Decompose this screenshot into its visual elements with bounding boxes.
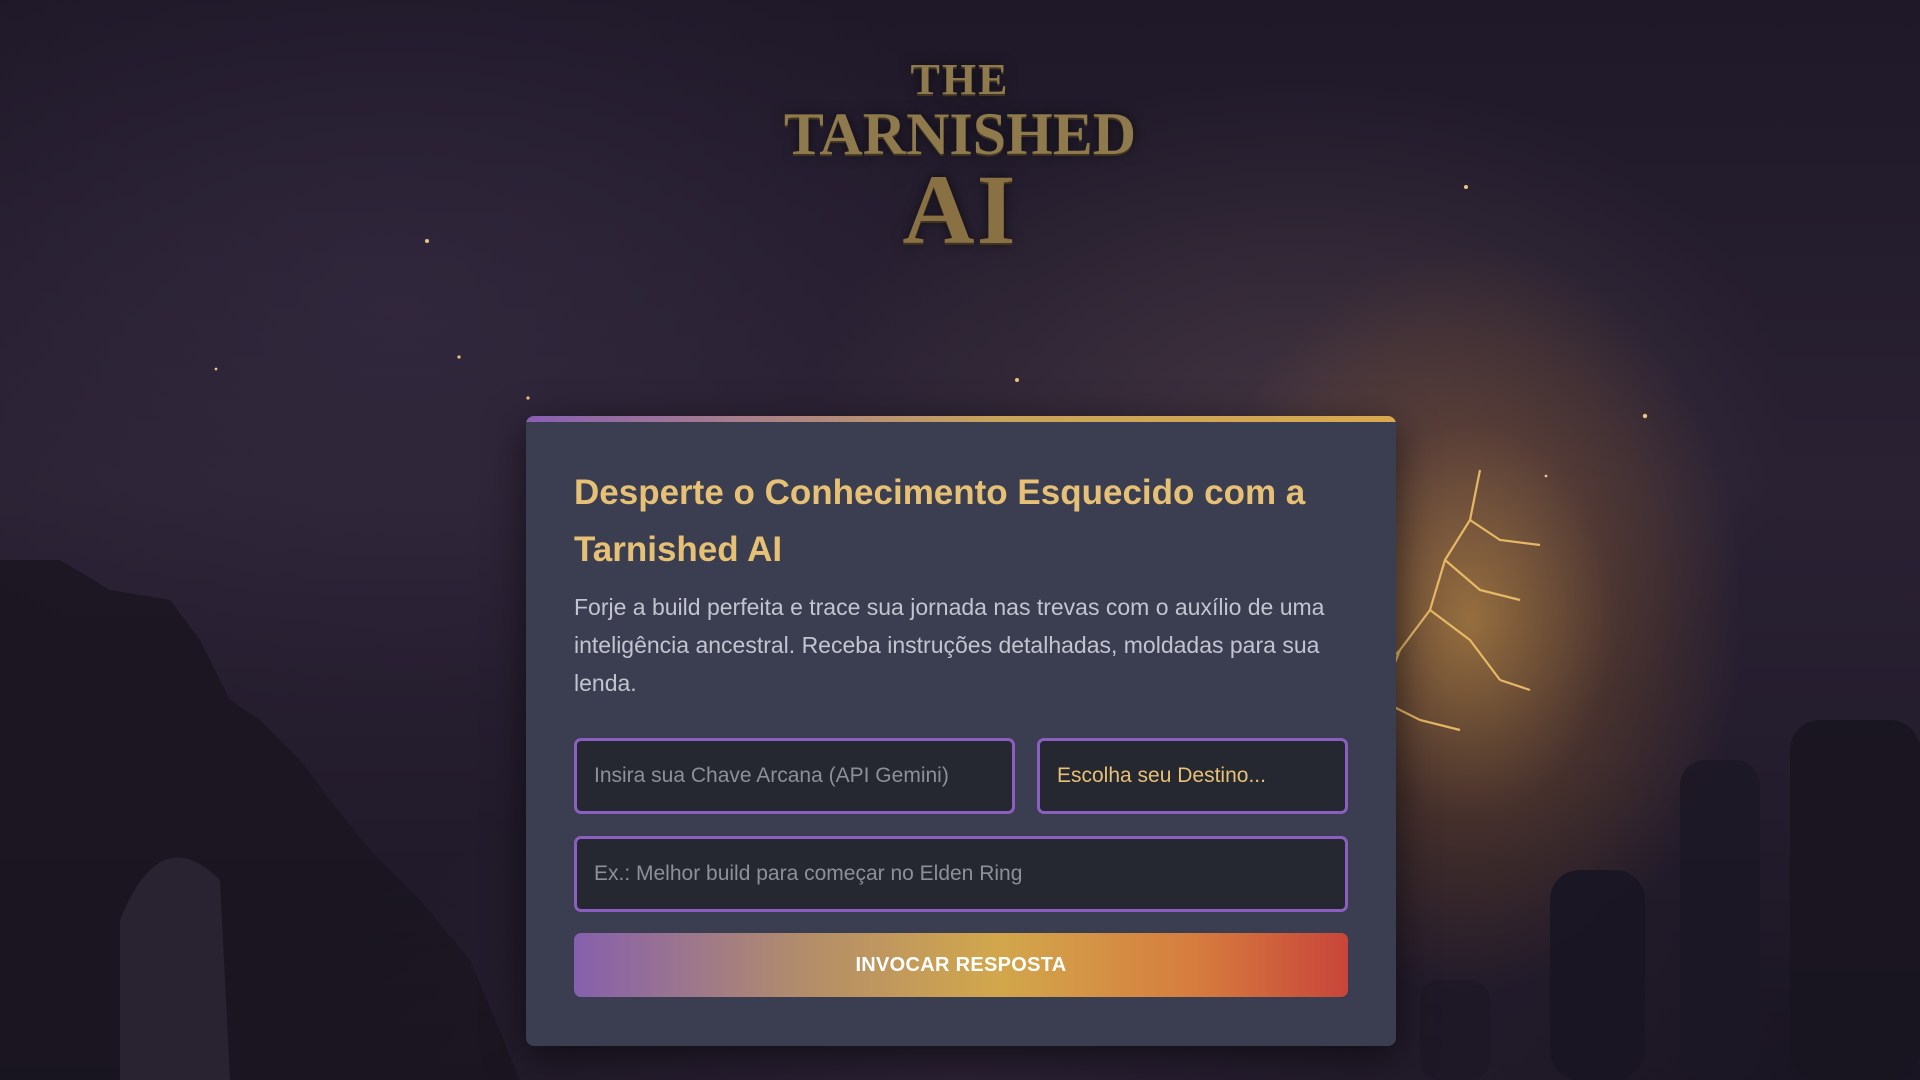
card-title: Desperte o Conhecimento Esquecido com a … (574, 473, 1306, 569)
ruins-tower-right-4 (1420, 980, 1490, 1080)
ruins-silhouette-left (0, 560, 520, 1080)
query-input[interactable] (574, 836, 1348, 912)
api-key-input[interactable] (574, 738, 1015, 814)
card-description: Forje a build perfeita e trace sua jorna… (574, 594, 1325, 696)
logo-line-the: THE (910, 55, 1010, 104)
invoke-answer-button[interactable]: INVOCAR RESPOSTA (574, 933, 1348, 997)
destiny-select[interactable]: Escolha seu Destino... (1037, 738, 1348, 814)
input-row: Escolha seu Destino... (574, 738, 1348, 814)
ruins-tower-right-3 (1790, 720, 1920, 1080)
ruins-arch-left (120, 857, 230, 1080)
main-card: Desperte o Conhecimento Esquecido com a … (526, 416, 1396, 1046)
ruins-tower-right-2 (1680, 760, 1760, 1080)
destiny-select-value: Escolha seu Destino... (1057, 764, 1266, 787)
ruins-tower-right-1 (1550, 870, 1645, 1080)
logo-line-ai: AI (902, 154, 1018, 265)
logo: THE TARNISHED AI (760, 58, 1160, 260)
